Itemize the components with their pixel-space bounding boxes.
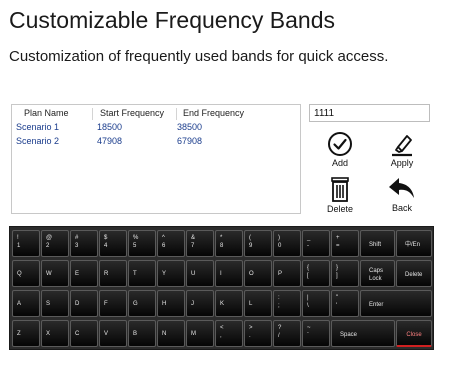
key-3[interactable]: #3 <box>70 230 98 257</box>
key-n[interactable]: N <box>157 320 185 347</box>
language-toggle-key[interactable]: 中/En <box>396 230 432 257</box>
frequency-input[interactable]: 1111 <box>309 104 430 122</box>
key-minus[interactable]: _ - <box>302 230 330 257</box>
back-label: Back <box>391 203 412 213</box>
delete-label: Delete <box>326 204 353 214</box>
apply-label: Apply <box>390 158 414 168</box>
apply-button[interactable]: Apply <box>382 131 422 168</box>
start-frequency-cell: 18500 <box>97 122 123 132</box>
key-u[interactable]: U <box>186 260 214 287</box>
key-f[interactable]: F <box>99 290 127 317</box>
column-header-end-frequency: End Frequency <box>183 108 245 118</box>
key-y[interactable]: Y <box>157 260 185 287</box>
column-divider <box>92 108 93 120</box>
key-right-bracket[interactable]: }] <box>331 260 359 287</box>
key-b[interactable]: B <box>128 320 156 347</box>
column-header-start-frequency: Start Frequency <box>100 108 165 118</box>
key-2[interactable]: @2 <box>41 230 69 257</box>
enter-key[interactable]: Enter <box>360 290 432 317</box>
key-1[interactable]: ! 1 <box>12 230 40 257</box>
key-x[interactable]: X <box>41 320 69 347</box>
key-l[interactable]: L <box>244 290 272 317</box>
key-c[interactable]: C <box>70 320 98 347</box>
key-6[interactable]: ^ 6 <box>157 230 185 257</box>
table-row[interactable]: Scenario 2 47908 67908 <box>12 136 300 149</box>
key-m[interactable]: M <box>186 320 214 347</box>
key-h[interactable]: H <box>157 290 185 317</box>
key-w[interactable]: W <box>41 260 69 287</box>
frequency-plan-table: Plan Name Start Frequency End Frequency … <box>11 104 301 214</box>
key-j[interactable]: J <box>186 290 214 317</box>
end-frequency-cell: 67908 <box>177 136 203 146</box>
highlighter-pen-icon <box>392 135 412 157</box>
delete-key[interactable]: Delete <box>396 260 432 287</box>
checkmark-circle-icon <box>328 132 352 156</box>
key-backtick[interactable]: ~ ` <box>302 320 330 347</box>
key-quote[interactable]: " ' <box>331 290 359 317</box>
plan-name-cell: Scenario 1 <box>16 122 60 132</box>
back-button[interactable]: Back <box>382 176 422 213</box>
key-z[interactable]: Z <box>12 320 40 347</box>
key-k[interactable]: K <box>215 290 243 317</box>
key-comma[interactable]: <, <box>215 320 243 347</box>
delete-button[interactable]: Delete <box>320 175 360 214</box>
key-o[interactable]: O <box>244 260 272 287</box>
close-keyboard-button[interactable]: Close <box>396 320 432 347</box>
end-frequency-cell: 38500 <box>177 122 203 132</box>
on-screen-keyboard: ! 1 @2 #3 $4 % 5 ^ 6 & 7 * 8 (9 ) 0 _ - + = Shif… <box>9 226 434 350</box>
page-subtitle: Customization of frequently used bands f… <box>9 48 389 65</box>
table-header: Plan Name Start Frequency End Frequency <box>12 106 300 121</box>
add-button[interactable]: Add <box>320 131 360 168</box>
key-9[interactable]: (9 <box>244 230 272 257</box>
column-divider <box>176 108 177 120</box>
key-a[interactable]: A <box>12 290 40 317</box>
key-t[interactable]: T <box>128 260 156 287</box>
key-q[interactable]: Q <box>12 260 40 287</box>
key-equals[interactable]: + = <box>331 230 359 257</box>
key-backslash[interactable]: | \ <box>302 290 330 317</box>
start-frequency-cell: 47908 <box>97 136 123 146</box>
back-arrow-icon <box>389 178 414 198</box>
key-slash[interactable]: ? / <box>273 320 301 347</box>
key-s[interactable]: S <box>41 290 69 317</box>
page-title: Customizable Frequency Bands <box>9 7 335 33</box>
key-left-bracket[interactable]: {[ <box>302 260 330 287</box>
key-v[interactable]: V <box>99 320 127 347</box>
key-period[interactable]: >. <box>244 320 272 347</box>
key-d[interactable]: D <box>70 290 98 317</box>
space-key[interactable]: Space <box>331 320 395 347</box>
key-e[interactable]: E <box>70 260 98 287</box>
key-8[interactable]: * 8 <box>215 230 243 257</box>
caps-lock-key[interactable]: Caps Lock <box>360 260 395 287</box>
key-0[interactable]: ) 0 <box>273 230 301 257</box>
column-header-plan-name: Plan Name <box>24 108 69 118</box>
key-i[interactable]: I <box>215 260 243 287</box>
plan-name-cell: Scenario 2 <box>16 136 60 146</box>
key-5[interactable]: % 5 <box>128 230 156 257</box>
trash-icon <box>331 177 349 202</box>
key-p[interactable]: P <box>273 260 301 287</box>
key-semicolon[interactable]: :; <box>273 290 301 317</box>
table-row[interactable]: Scenario 1 18500 38500 <box>12 122 300 135</box>
shift-key[interactable]: Shift <box>360 230 395 257</box>
key-r[interactable]: R <box>99 260 127 287</box>
key-7[interactable]: & 7 <box>186 230 214 257</box>
key-4[interactable]: $4 <box>99 230 127 257</box>
key-g[interactable]: G <box>128 290 156 317</box>
add-label: Add <box>331 158 348 168</box>
